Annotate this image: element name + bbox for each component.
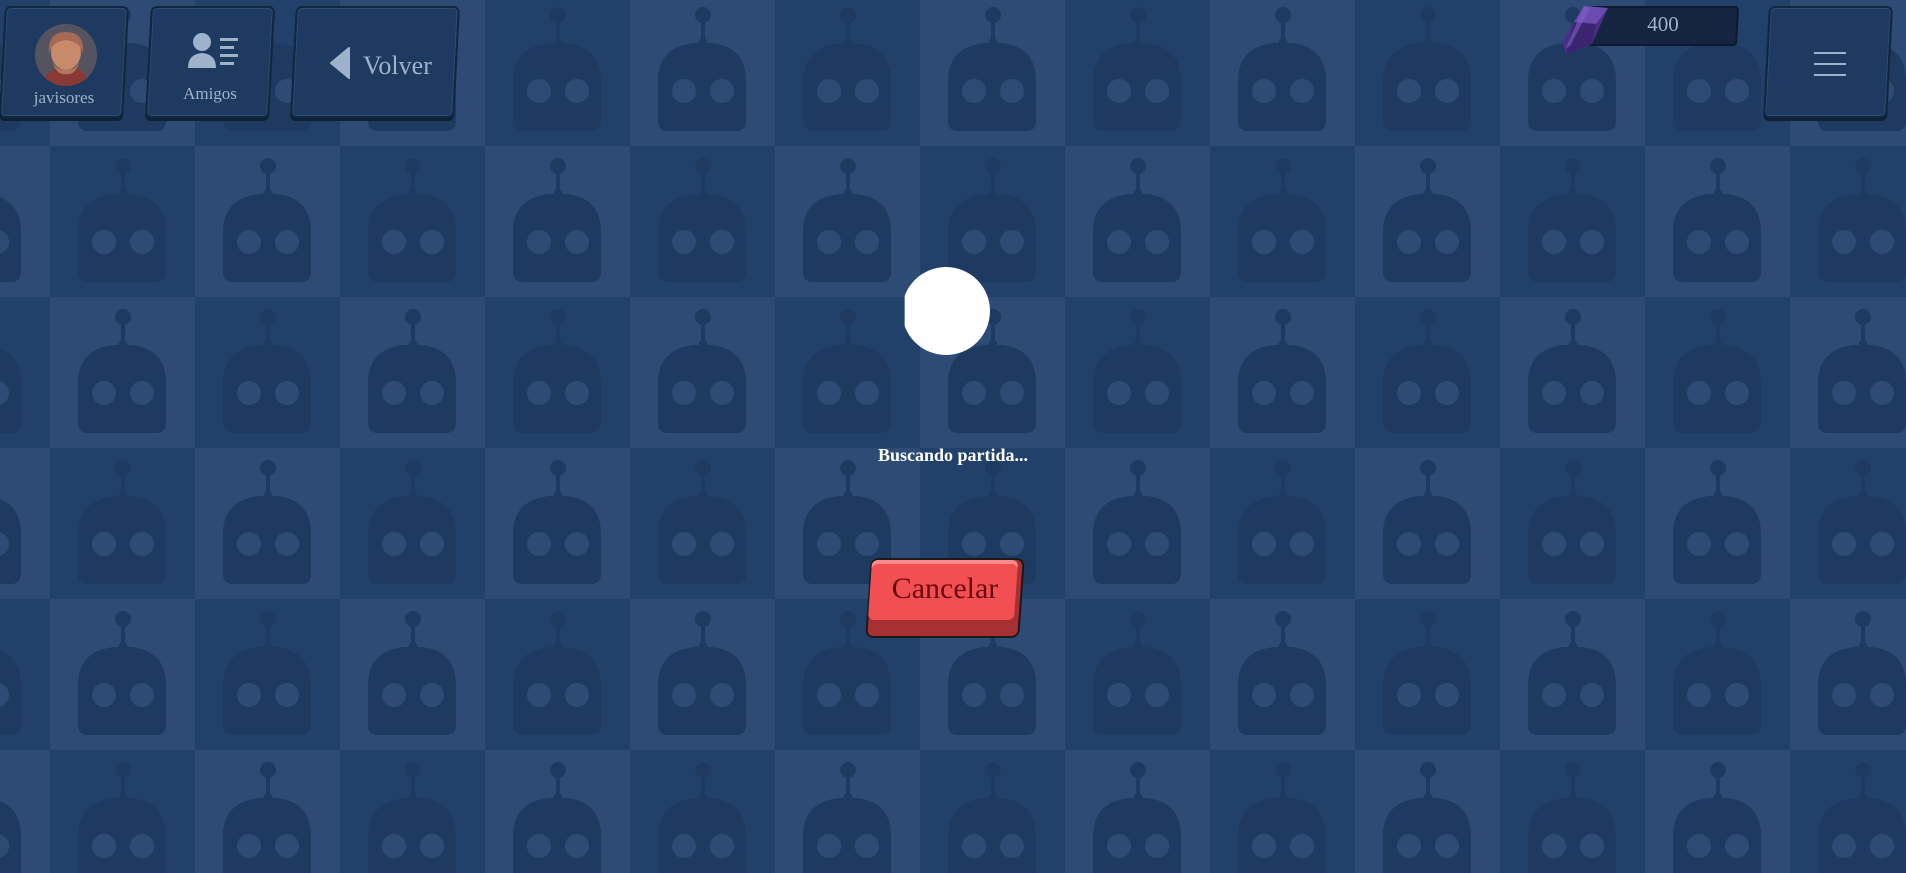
friends-label: Amigos [183, 84, 237, 103]
back-button[interactable]: Volver [290, 6, 460, 118]
gem-icon [1556, 2, 1614, 63]
menu-button[interactable] [1763, 6, 1893, 118]
avatar [35, 24, 97, 86]
matchmaking-status-text: Buscando partida... [877, 445, 1029, 465]
cancel-button-label: Cancelar [891, 572, 999, 605]
loading-spinner [904, 267, 990, 355]
back-arrow-icon [329, 46, 351, 85]
friends-list-icon [188, 32, 240, 77]
cancel-button[interactable]: Cancelar [865, 558, 1025, 638]
friends-button[interactable]: Amigos [145, 6, 275, 118]
profile-button[interactable]: javisores [0, 6, 129, 118]
robot-pattern-background [0, 0, 1906, 873]
currency-display: 400 [1556, 6, 1744, 54]
back-label: Volver [363, 50, 432, 80]
hamburger-menu-icon [1814, 52, 1846, 83]
profile-username: javisores [33, 88, 95, 107]
